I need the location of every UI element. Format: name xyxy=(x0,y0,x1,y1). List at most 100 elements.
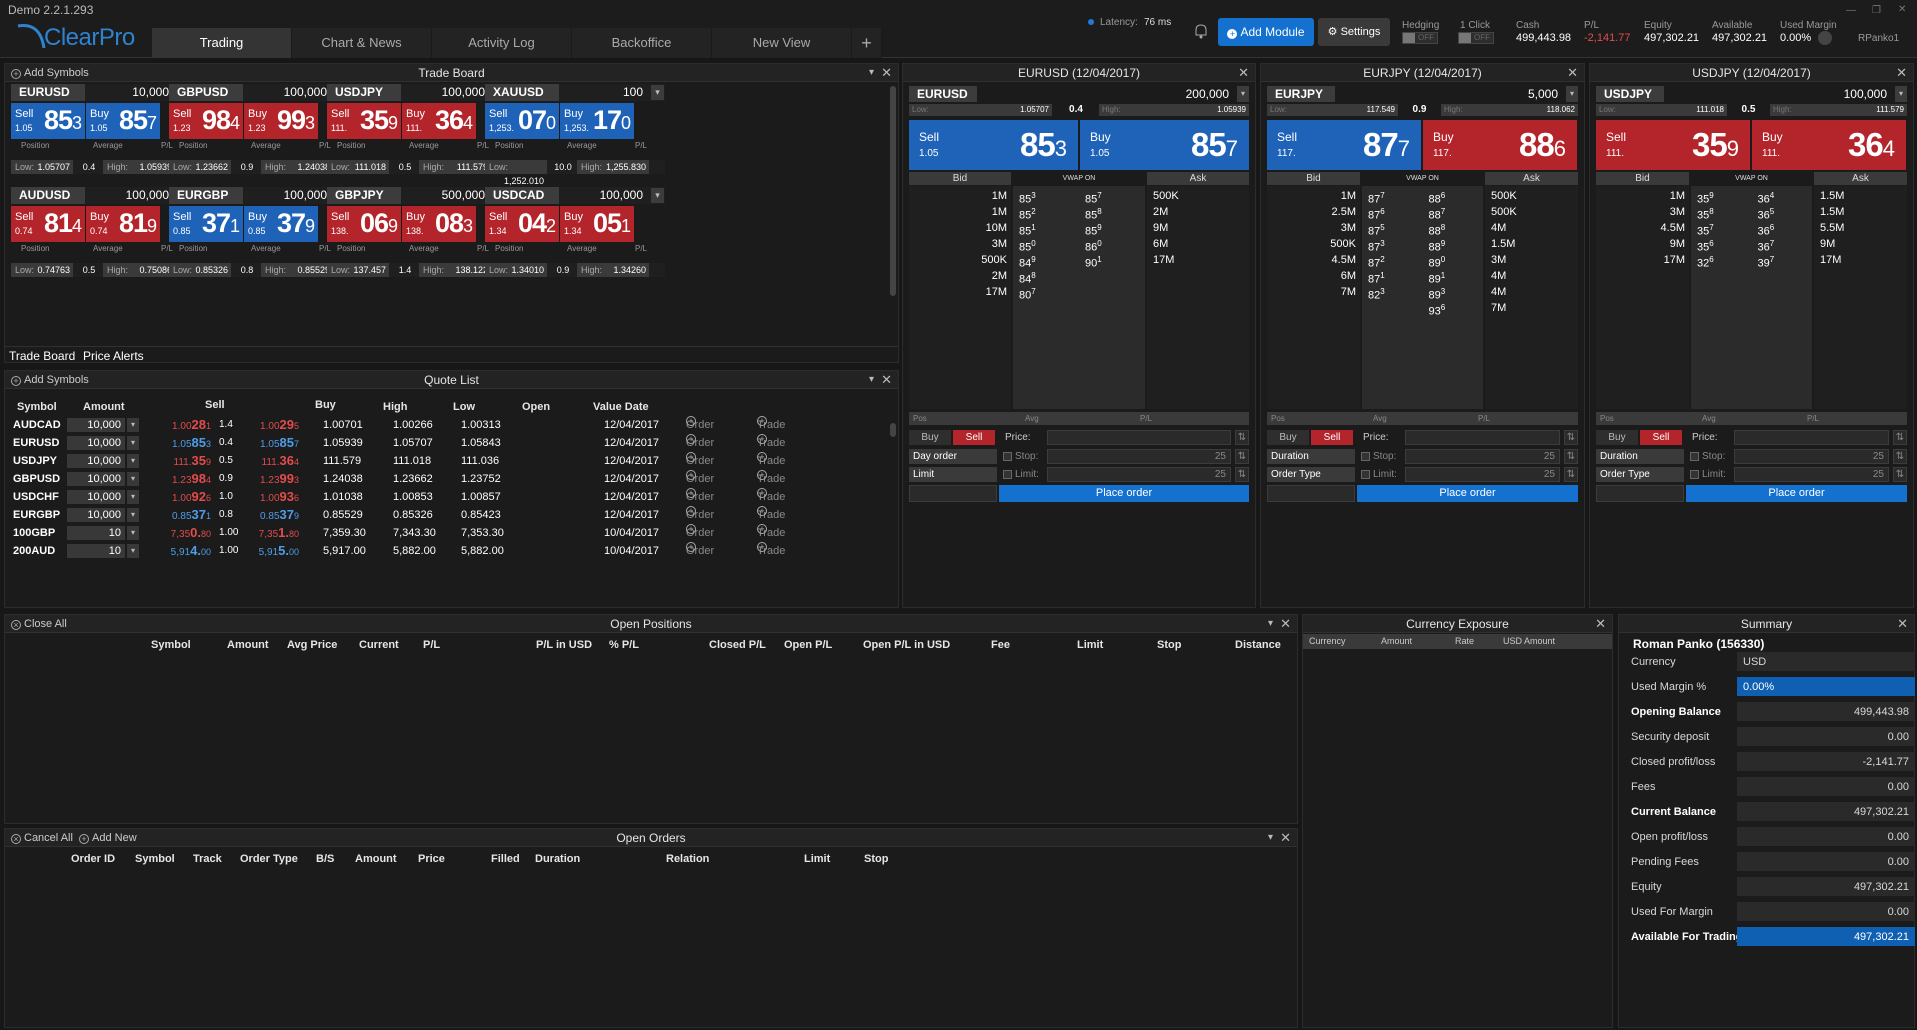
chevron-down-icon[interactable]: ▾ xyxy=(1268,829,1273,847)
checkbox[interactable] xyxy=(1003,452,1012,461)
amount-field[interactable]: 100,000 xyxy=(257,84,333,101)
buy-side-button[interactable]: Buy xyxy=(909,430,951,445)
order-link[interactable]: + Order xyxy=(686,416,714,434)
stop-input[interactable]: 25 xyxy=(1047,449,1231,464)
chevron-down-icon[interactable]: ▾ xyxy=(127,490,139,504)
checkbox[interactable] xyxy=(1361,470,1370,479)
order-type-select[interactable]: Limit xyxy=(909,467,997,482)
price-stepper[interactable]: ⇅ xyxy=(1235,430,1249,445)
sell-price-button[interactable]: Sell 1.05 853 xyxy=(11,103,85,139)
sell-price-button[interactable]: Sell 111. 359 xyxy=(327,103,401,139)
add-module-button[interactable]: + Add Module xyxy=(1218,18,1314,46)
trade-link[interactable]: + Trade xyxy=(757,506,785,524)
symbol-dropdown[interactable]: XAUUSD xyxy=(485,84,559,101)
chevron-down-icon[interactable]: ▾ xyxy=(1566,86,1578,102)
symbol-dropdown[interactable]: EURUSD xyxy=(909,86,977,102)
username[interactable]: RPanko1 xyxy=(1858,33,1899,44)
ladder-row[interactable]: 4.5M 357 366 5.5M xyxy=(1596,220,1907,238)
chevron-down-icon[interactable]: ▾ xyxy=(127,508,139,522)
ladder-row[interactable]: 3M 358 365 1.5M xyxy=(1596,204,1907,222)
symbol-dropdown[interactable]: USDJPY xyxy=(327,84,401,101)
stop-stepper[interactable]: ⇅ xyxy=(1564,449,1578,464)
symbol-dropdown[interactable]: EURJPY xyxy=(1267,86,1335,102)
checkbox[interactable] xyxy=(1361,452,1370,461)
ladder-row[interactable]: 17M 326 397 17M xyxy=(1596,252,1907,270)
symbol-dropdown[interactable]: GBPJPY xyxy=(327,187,401,204)
chevron-down-icon[interactable]: ▾ xyxy=(127,436,139,450)
symbol-dropdown[interactable]: USDCAD xyxy=(485,187,559,204)
price-input[interactable] xyxy=(1405,430,1560,445)
place-order-button[interactable]: Place order xyxy=(1686,485,1907,502)
limit-stepper[interactable]: ⇅ xyxy=(1893,467,1907,482)
trade-link[interactable]: + Trade xyxy=(757,416,785,434)
sell-cell[interactable]: 1.05853 xyxy=(161,434,211,454)
sell-side-button[interactable]: Sell xyxy=(1640,430,1682,445)
ladder-row[interactable]: 3M 875 888 4M xyxy=(1267,220,1578,238)
ladder-row[interactable]: 500K 849 901 17M xyxy=(909,252,1249,270)
ladder-row[interactable]: 3M 850 860 6M xyxy=(909,236,1249,254)
buy-cell[interactable]: 1.00936 xyxy=(249,488,299,508)
symbol-dropdown[interactable]: EURGBP xyxy=(169,187,243,204)
tab-backoffice[interactable]: Backoffice xyxy=(572,28,712,58)
sell-cell[interactable]: 7,350.80 xyxy=(161,524,211,544)
tab-chart-news[interactable]: Chart & News xyxy=(292,28,432,58)
amount-field[interactable]: 200,000 xyxy=(1163,86,1235,102)
tab-activity-log[interactable]: Activity Log xyxy=(432,28,572,58)
buy-cell[interactable]: 111.364 xyxy=(249,452,299,472)
table-row[interactable]: AUDCAD 10,000 ▾ 1.00281 1.4 1.00295 1.00701 1.0… xyxy=(11,416,785,434)
add-symbols-button[interactable]: + Add Symbols xyxy=(11,371,89,389)
chevron-down-icon[interactable]: ▾ xyxy=(127,526,139,540)
trade-link[interactable]: + Trade xyxy=(757,470,785,488)
buy-price-button[interactable]: Buy 0.85 379 xyxy=(244,206,318,242)
limit-input[interactable]: 25 xyxy=(1734,467,1889,482)
amount-input[interactable]: 10,000 xyxy=(67,454,125,468)
price-stepper[interactable]: ⇅ xyxy=(1893,430,1907,445)
sell-price-button[interactable]: Sell 1.05 853 xyxy=(909,120,1078,170)
add-new-button[interactable]: + Add New xyxy=(79,832,137,844)
order-link[interactable]: + Order xyxy=(686,434,714,452)
buy-price-button[interactable]: Buy 138. 083 xyxy=(402,206,476,242)
sell-side-button[interactable]: Sell xyxy=(1311,430,1353,445)
oneclick-toggle[interactable]: OFF xyxy=(1458,32,1494,44)
close-icon[interactable]: ✕ xyxy=(1280,615,1291,633)
trade-link[interactable]: + Trade xyxy=(757,542,785,560)
symbol-dropdown[interactable]: AUDUSD xyxy=(11,187,85,204)
close-icon[interactable]: ✕ xyxy=(1896,64,1907,82)
table-row[interactable]: EURGBP 10,000 ▾ 0.85371 0.8 0.85379 0.85529 0.8… xyxy=(11,506,785,526)
vwap-toggle[interactable]: VWAP ON xyxy=(1362,172,1483,185)
sell-price-button[interactable]: Sell 111. 359 xyxy=(1596,120,1750,170)
settings-button[interactable]: ⚙ Settings xyxy=(1318,18,1390,46)
place-order-button[interactable]: Place order xyxy=(1357,485,1578,502)
amount-input[interactable]: 10,000 xyxy=(67,418,125,432)
chevron-down-icon[interactable]: ▾ xyxy=(651,188,664,203)
close-icon[interactable]: ✕ xyxy=(1280,829,1291,847)
symbol-dropdown[interactable]: GBPUSD xyxy=(169,84,243,101)
sell-cell[interactable]: 1.23984 xyxy=(161,470,211,490)
limit-input[interactable]: 25 xyxy=(1405,467,1560,482)
checkbox[interactable] xyxy=(1690,452,1699,461)
trade-link[interactable]: + Trade xyxy=(757,434,785,452)
order-link[interactable]: + Order xyxy=(686,488,714,506)
amount-input[interactable]: 10,000 xyxy=(67,508,125,522)
symbol-dropdown[interactable]: EURUSD xyxy=(11,84,85,101)
ladder-row[interactable]: 4.5M 872 890 3M xyxy=(1267,252,1578,270)
sell-price-button[interactable]: Sell 1.23 984 xyxy=(169,103,243,139)
amount-input[interactable]: 10,000 xyxy=(67,490,125,504)
buy-side-button[interactable]: Buy xyxy=(1596,430,1638,445)
buy-cell[interactable]: 0.85379 xyxy=(249,506,299,526)
table-row[interactable]: GBPUSD 10,000 ▾ 1.23984 0.9 1.23993 1.24038 1.2… xyxy=(11,470,785,490)
table-row[interactable]: 100GBP 10 ▾ 7,350.80 1.00 7,351.80 7,359.30 7,3… xyxy=(11,524,785,544)
chevron-down-icon[interactable]: ▾ xyxy=(127,454,139,468)
amount-field[interactable]: 100,000 xyxy=(257,187,333,204)
stop-stepper[interactable]: ⇅ xyxy=(1235,449,1249,464)
symbol-dropdown[interactable]: USDJPY xyxy=(1596,86,1664,102)
vwap-toggle[interactable]: VWAP ON xyxy=(1013,172,1145,185)
chevron-down-icon[interactable]: ▾ xyxy=(1895,86,1907,102)
maximize-icon[interactable]: ❐ xyxy=(1872,5,1881,16)
tab-price-alerts[interactable]: Price Alerts xyxy=(83,349,144,363)
buy-price-button[interactable]: Buy 111. 364 xyxy=(1752,120,1906,170)
table-row[interactable]: 200AUD 10 ▾ 5,914.00 1.00 5,915.00 5,917.00 5,8… xyxy=(11,542,785,560)
hedging-toggle[interactable]: OFF xyxy=(1402,32,1438,44)
scrollbar[interactable] xyxy=(890,86,896,296)
price-input[interactable] xyxy=(1734,430,1889,445)
